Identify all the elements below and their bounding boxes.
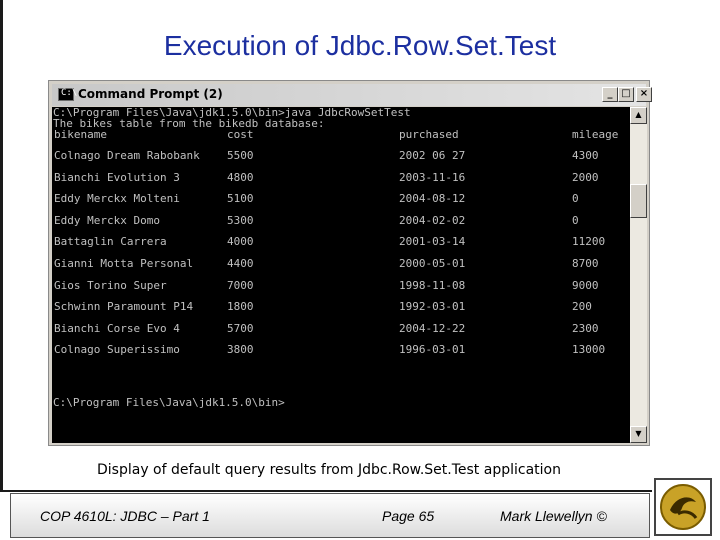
- table-row: Gianni Motta Personal 4400 2000-05-01 8700: [53, 253, 630, 275]
- command-prompt-icon: C:\: [58, 88, 78, 101]
- maximize-button[interactable]: □: [618, 87, 634, 102]
- cell-cost: 5500: [227, 149, 254, 162]
- cell-purchased: 2003-11-16: [399, 170, 466, 184]
- table-row: Colnago Dream Rabobank 5500 2002 06 27 4300: [53, 145, 630, 167]
- console-output[interactable]: C:\Program Files\Java\jdk1.5.0\bin>java …: [52, 107, 630, 443]
- cell-purchased: 2000-05-01: [399, 256, 466, 270]
- vertical-scrollbar[interactable]: ▲ ▼: [630, 107, 647, 443]
- cell-bikename: Eddy Merckx Molteni: [54, 192, 180, 206]
- cell-mileage: 2000: [572, 170, 599, 184]
- table-row: Eddy Merckx Domo 5300 2004-02-02 0: [53, 210, 630, 232]
- window-title-bar[interactable]: C:\ Command Prompt (2) _ □ ×: [52, 84, 652, 106]
- cell-bikename: Colnago Superissimo: [54, 343, 180, 357]
- scroll-down-button[interactable]: ▼: [630, 426, 647, 443]
- cell-purchased: 1996-03-01: [399, 343, 466, 357]
- header-cost: cost: [227, 128, 254, 141]
- cell-mileage: 9000: [572, 278, 599, 292]
- table-header: bikename cost purchased mileage: [53, 129, 630, 140]
- scroll-up-button[interactable]: ▲: [630, 107, 647, 124]
- slide-caption: Display of default query results from Jd…: [97, 462, 561, 478]
- table-row: Gios Torino Super 7000 1998-11-08 9000: [53, 275, 630, 297]
- footer-author: Mark Llewellyn ©: [500, 508, 607, 524]
- table-row: Bianchi Evolution 3 4800 2003-11-16 2000: [53, 167, 630, 189]
- table-row: Bianchi Corse Evo 4 5700 2004-12-22 2300: [53, 318, 630, 340]
- info-line: The bikes table from the bikedb database…: [53, 117, 325, 130]
- scroll-thumb[interactable]: [630, 184, 647, 218]
- cell-mileage: 13000: [572, 343, 606, 357]
- slide-title: Execution of Jdbc.Row.Set.Test: [163, 30, 557, 61]
- cell-cost: 5700: [227, 321, 254, 335]
- table-rows: Colnago Dream Rabobank 5500 2002 06 27 4300…: [53, 145, 630, 361]
- cell-bikename: Bianchi Corse Evo 4: [54, 321, 180, 335]
- header-bikename: bikename: [54, 128, 107, 141]
- icon-label: C:\: [61, 88, 78, 98]
- cell-mileage: 0: [572, 192, 579, 206]
- university-logo: [654, 478, 712, 536]
- cell-purchased: 1998-11-08: [399, 278, 466, 292]
- cell-purchased: 2004-08-12: [399, 192, 466, 206]
- pegasus-logo-icon: [660, 484, 706, 530]
- cell-cost: 5300: [227, 213, 254, 227]
- cell-purchased: 2001-03-14: [399, 235, 466, 249]
- cell-purchased: 2004-12-22: [399, 321, 466, 335]
- cell-bikename: Colnago Dream Rabobank: [54, 149, 200, 162]
- cell-purchased: 1992-03-01: [399, 300, 466, 314]
- cell-mileage: 200: [572, 300, 592, 314]
- final-prompt: C:\Program Files\Java\jdk1.5.0\bin>: [53, 396, 285, 409]
- cell-bikename: Bianchi Evolution 3: [54, 170, 180, 184]
- cell-mileage: 8700: [572, 256, 599, 270]
- cell-cost: 3800: [227, 343, 254, 357]
- cell-cost: 4400: [227, 256, 254, 270]
- cell-mileage: 2300: [572, 321, 599, 335]
- header-purchased: purchased: [399, 128, 459, 141]
- cell-bikename: Gios Torino Super: [54, 278, 167, 292]
- cell-purchased: 2002 06 27: [399, 149, 466, 162]
- table-row: Colnago Superissimo 3800 1996-03-01 13000: [53, 339, 630, 361]
- minimize-button[interactable]: _: [602, 87, 618, 102]
- cell-bikename: Schwinn Paramount P14: [54, 300, 194, 314]
- table-row: Battaglin Carrera 4000 2001-03-14 11200: [53, 231, 630, 253]
- command-prompt-window[interactable]: C:\ Command Prompt (2) _ □ × C:\Program …: [48, 80, 652, 446]
- cell-mileage: 0: [572, 213, 579, 227]
- footer-page-number: Page 65: [382, 508, 435, 524]
- cell-bikename: Battaglin Carrera: [54, 235, 167, 249]
- footer-course: COP 4610L: JDBC – Part 1: [40, 508, 210, 524]
- cell-cost: 1800: [227, 300, 254, 314]
- cell-bikename: Eddy Merckx Domo: [54, 213, 160, 227]
- table-row: Schwinn Paramount P14 1800 1992-03-01 200: [53, 296, 630, 318]
- cell-mileage: 11200: [572, 235, 606, 249]
- slide-left-border: [0, 0, 3, 540]
- cell-cost: 5100: [227, 192, 254, 206]
- window-title: Command Prompt (2): [78, 87, 223, 101]
- cell-cost: 4800: [227, 170, 254, 184]
- close-button[interactable]: ×: [636, 87, 652, 102]
- header-mileage: mileage: [572, 128, 619, 141]
- cell-cost: 7000: [227, 278, 254, 292]
- cell-cost: 4000: [227, 235, 254, 249]
- cell-bikename: Gianni Motta Personal: [54, 256, 194, 270]
- cell-purchased: 2004-02-02: [399, 213, 466, 227]
- table-row: Eddy Merckx Molteni 5100 2004-08-12 0: [53, 188, 630, 210]
- cell-mileage: 4300: [572, 149, 599, 162]
